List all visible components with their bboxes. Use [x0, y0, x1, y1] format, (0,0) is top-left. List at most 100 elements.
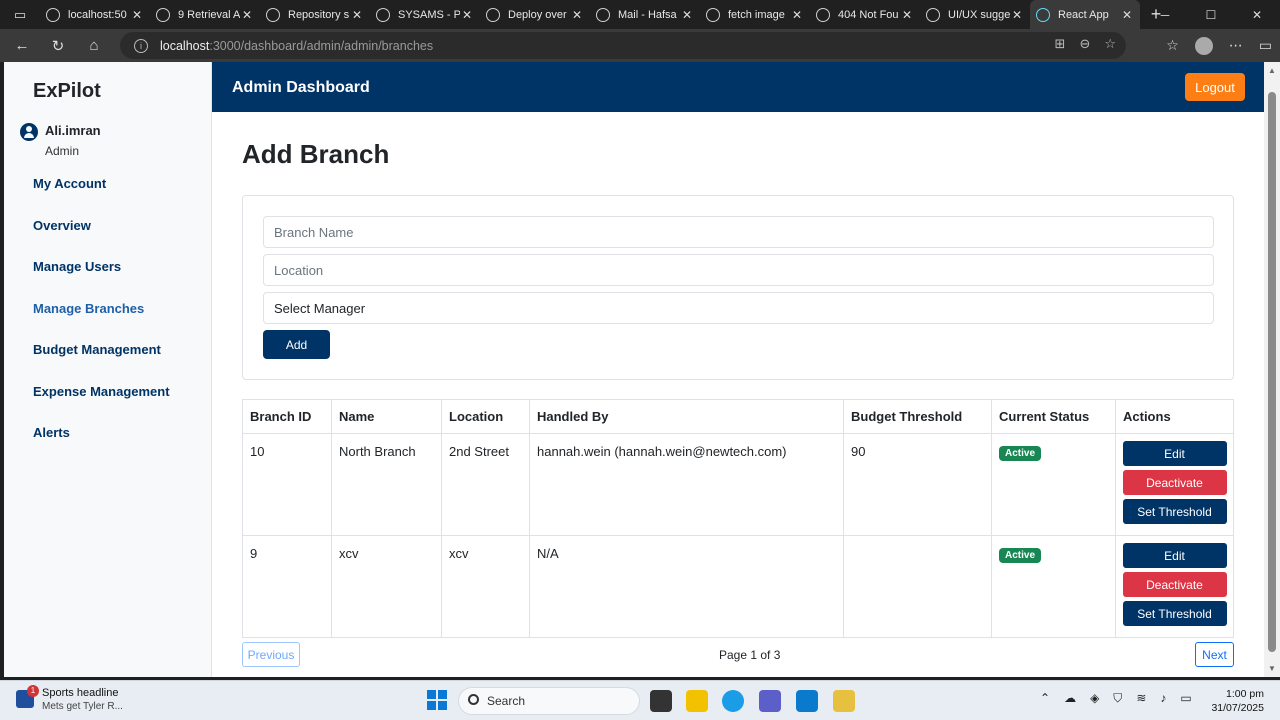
wifi-icon[interactable]: ≋	[1136, 691, 1146, 706]
settings-menu-icon[interactable]: ⋯	[1229, 37, 1243, 54]
url-host: localhost	[160, 38, 210, 53]
page-scrollbar[interactable]: ▲ ▼	[1264, 62, 1280, 677]
set-threshold-button[interactable]: Set Threshold	[1122, 499, 1227, 524]
sidebar-item-alerts[interactable]: Alerts	[33, 425, 70, 440]
file-explorer-icon[interactable]	[686, 690, 708, 712]
taskbar-clock[interactable]: 1:00 pm 31/07/2025	[1211, 687, 1264, 715]
manager-select[interactable]: Select Manager	[263, 292, 1214, 324]
address-bar[interactable]: i localhost:3000/dashboard/admin/admin/b…	[120, 32, 1126, 59]
back-icon[interactable]: ←	[4, 29, 40, 62]
favorites-icon[interactable]: ☆	[1166, 37, 1179, 54]
chevron-up-icon[interactable]: ⌃	[1040, 691, 1050, 706]
globe-icon	[46, 7, 60, 22]
browser-actions: ☆ ⋯ ▭	[1166, 29, 1272, 62]
edge-icon[interactable]	[722, 690, 744, 712]
close-tab-icon[interactable]: ✕	[680, 8, 694, 22]
close-tab-icon[interactable]: ✕	[900, 8, 914, 22]
clock-date: 31/07/2025	[1211, 702, 1264, 714]
tab-title: Deploy over	[508, 8, 567, 21]
network-app-icon[interactable]: ◈	[1090, 691, 1099, 706]
news-headline[interactable]: Sports headline	[42, 687, 118, 699]
add-branch-form: Select Manager Add	[242, 195, 1234, 380]
browser-tab[interactable]: Mail - Hafsa ✕	[590, 0, 700, 29]
close-tab-icon[interactable]: ✕	[130, 8, 144, 22]
set-threshold-button[interactable]: Set Threshold	[1122, 601, 1227, 626]
profile-avatar[interactable]	[1194, 36, 1213, 55]
browser-toolbar: ← ↻ ⌂ i localhost:3000/dashboard/admin/a…	[0, 29, 1280, 62]
browser-tab-active[interactable]: React App ✕	[1030, 0, 1140, 29]
tab-title: Repository s	[288, 8, 350, 21]
budget-threshold-cell	[843, 535, 992, 638]
close-tab-icon[interactable]: ✕	[240, 8, 254, 22]
favorite-star-icon[interactable]: ☆	[1104, 36, 1116, 52]
volume-icon[interactable]: ♪	[1160, 691, 1166, 706]
sidebar-item-manage-users[interactable]: Manage Users	[33, 259, 121, 274]
browser-tab[interactable]: fetch image ✕	[700, 0, 810, 29]
url-path: :3000/dashboard/admin/admin/branches	[209, 38, 434, 53]
add-button[interactable]: Add	[263, 330, 330, 359]
browser-tab[interactable]: SYSAMS - P ✕	[370, 0, 480, 29]
browser-tab[interactable]: 404 Not Fou ✕	[810, 0, 920, 29]
security-icon[interactable]: ⛉	[1113, 691, 1122, 706]
browser-tab[interactable]: Repository s ✕	[260, 0, 370, 29]
next-page-button[interactable]: Next	[1195, 642, 1234, 667]
browser-tab[interactable]: 9 Retrieval A ✕	[150, 0, 260, 29]
user-icon	[20, 123, 38, 141]
tab-title: UI/UX sugge	[948, 8, 1010, 21]
app-available-icon[interactable]: ⊞	[1055, 36, 1066, 52]
notification-badge: 1	[27, 685, 39, 697]
taskbar-search[interactable]: Search	[458, 687, 640, 715]
status-badge: Active	[999, 446, 1042, 461]
column-header: Current Status	[991, 399, 1116, 434]
sidebar-toggle-icon[interactable]: ▭	[1259, 37, 1272, 54]
site-info-icon[interactable]: i	[134, 38, 148, 53]
vscode-icon[interactable]	[796, 690, 818, 712]
logout-button[interactable]: Logout	[1185, 73, 1245, 101]
previous-page-button[interactable]: Previous	[242, 642, 300, 667]
sidebar-item-overview[interactable]: Overview	[33, 218, 91, 233]
close-tab-icon[interactable]: ✕	[1120, 8, 1134, 22]
branch-name-input[interactable]	[263, 216, 1214, 248]
home-icon[interactable]: ⌂	[76, 29, 112, 62]
task-view-icon[interactable]	[650, 690, 672, 712]
column-header: Actions	[1115, 399, 1234, 434]
teams-icon[interactable]	[759, 690, 781, 712]
more-tools-icon[interactable]: ⊖	[1079, 36, 1090, 52]
deactivate-button[interactable]: Deactivate	[1122, 470, 1227, 495]
location-input[interactable]	[263, 254, 1214, 286]
tab-title: fetch image	[728, 8, 785, 21]
maximize-icon[interactable]: ☐	[1188, 0, 1234, 29]
scroll-down-icon[interactable]: ▼	[1268, 664, 1276, 673]
cloud-icon[interactable]: ☁	[1064, 691, 1076, 706]
browser-tab[interactable]: localhost:50 ✕	[40, 0, 150, 29]
close-tab-icon[interactable]: ✕	[1010, 8, 1024, 22]
column-header: Budget Threshold	[843, 399, 992, 434]
search-label: Search	[487, 694, 526, 708]
chatgpt-icon	[926, 7, 940, 22]
close-tab-icon[interactable]: ✕	[570, 8, 584, 22]
tab-title: Mail - Hafsa	[618, 8, 677, 21]
sidebar-item-expense-management[interactable]: Expense Management	[33, 384, 170, 399]
edit-button[interactable]: Edit	[1122, 543, 1227, 568]
sidebar-item-budget-management[interactable]: Budget Management	[33, 342, 161, 357]
close-tab-icon[interactable]: ✕	[350, 8, 364, 22]
browser-tab[interactable]: UI/UX sugge ✕	[920, 0, 1030, 29]
windows-start-icon[interactable]	[427, 690, 447, 710]
sidebar-item-manage-branches[interactable]: Manage Branches	[33, 301, 144, 316]
tab-actions-icon[interactable]: ▭	[0, 0, 40, 29]
scrollbar-thumb[interactable]	[1268, 92, 1276, 652]
scroll-up-icon[interactable]: ▲	[1268, 66, 1276, 75]
app-icon[interactable]	[833, 690, 855, 712]
minimize-icon[interactable]: ─	[1142, 0, 1188, 29]
battery-icon[interactable]: ▭	[1180, 691, 1191, 706]
mail-icon	[596, 7, 610, 22]
browser-tab[interactable]: Deploy over ✕	[480, 0, 590, 29]
sidebar-item-my-account[interactable]: My Account	[33, 176, 106, 191]
close-window-icon[interactable]: ✕	[1234, 0, 1280, 29]
reload-icon[interactable]: ↻	[40, 29, 76, 62]
news-subtitle[interactable]: Mets get Tyler R...	[42, 701, 123, 712]
edit-button[interactable]: Edit	[1122, 441, 1227, 466]
close-tab-icon[interactable]: ✕	[460, 8, 474, 22]
close-tab-icon[interactable]: ✕	[790, 8, 804, 22]
deactivate-button[interactable]: Deactivate	[1122, 572, 1227, 597]
